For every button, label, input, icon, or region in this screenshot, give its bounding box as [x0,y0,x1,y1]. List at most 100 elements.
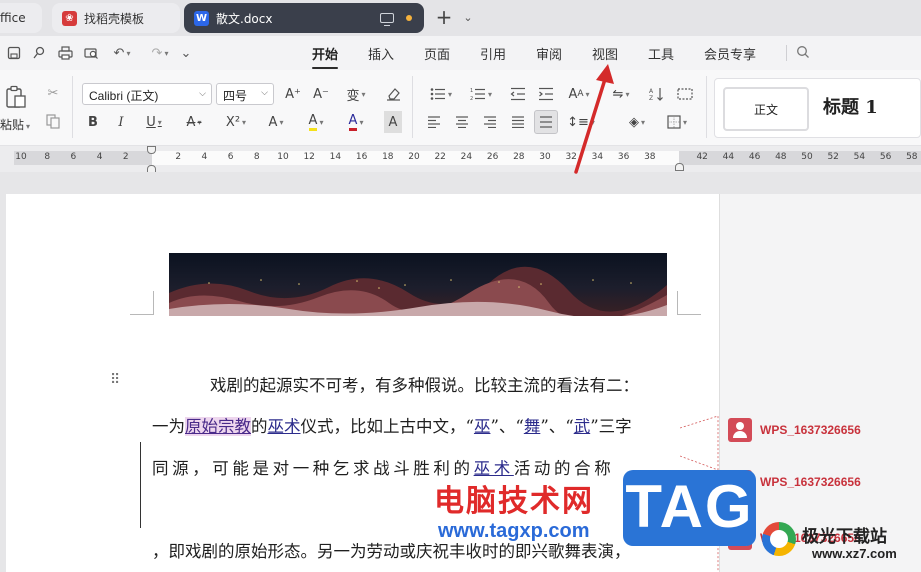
menu-home[interactable]: 开始 [312,44,339,69]
hyperlink-wu[interactable]: 巫 [474,417,491,436]
hyperlink-martial[interactable]: 武 [574,417,591,436]
paragraph-line-1[interactable]: 戏剧的起源实不可考，有多种假说。比较主流的看法有二： [210,372,639,396]
pin-icon[interactable] [30,44,48,62]
text-run: 的 [251,417,268,436]
border-icon[interactable]: ▾ [662,111,692,133]
underline-button[interactable]: U ▾ [140,111,168,133]
title-tab-bar: ffice ❀ 找稻壳模板 W 散文.docx + ⌄ [0,0,921,36]
chevron-down-icon: ⌵ [261,88,268,98]
align-left-icon[interactable] [424,111,444,133]
font-color-button[interactable]: A ▾ [340,111,372,133]
char-shading-button[interactable]: A [384,111,402,133]
numbered-list-icon[interactable]: 1 2 ▾ [466,83,496,105]
text-effect-button[interactable]: A ▾ [260,111,292,133]
text-run: ”、“ [540,417,574,436]
cut-icon[interactable]: ✂ [42,82,64,104]
monitor-icon[interactable] [380,13,394,26]
font-name-select[interactable]: Calibri (正文) ⌵ [82,83,212,105]
drag-handle-icon[interactable]: ⠿ [110,372,120,388]
menu-insert[interactable]: 插入 [368,44,394,63]
ruler-tick-label: 26 [486,152,499,162]
svg-text:A: A [649,88,654,95]
right-indent-marker[interactable] [675,163,684,171]
svg-text:Z: Z [649,95,653,101]
bullet-list-icon[interactable]: ▾ [426,83,456,105]
search-icon[interactable] [796,45,810,59]
shrink-font-button[interactable]: A⁻ [310,83,332,105]
docer-template-icon: ❀ [62,10,77,26]
more-chevron-icon[interactable]: ⌄ [177,44,195,62]
print-icon[interactable] [56,44,74,62]
text-run: ”三字 [590,417,632,436]
paragraph-line-2[interactable]: 一为原始宗教的巫术仪式，比如上古中文，“巫”、“舞”、“武”三字 [152,413,632,437]
menu-page[interactable]: 页面 [424,44,450,63]
superscript-button[interactable]: X² ▾ [220,111,252,133]
decrease-indent-icon[interactable] [508,83,528,105]
ruler-tick-label: 6 [227,152,234,162]
ruler-tick-label: 56 [879,152,892,162]
tab-document-label: 散文.docx [216,11,273,26]
ruler-tick-label: 2 [175,152,182,162]
ruler-tick-label: 6 [70,152,77,162]
ruler-tick-label: 30 [539,152,551,162]
ruler-tick-label: 50 [801,152,813,162]
strikethrough-button[interactable]: A ▾ [180,111,208,133]
shading-icon[interactable]: ◈ ▾ [622,111,652,133]
align-right-icon[interactable] [480,111,500,133]
ruler-tick-label: 48 [775,152,787,162]
highlight-color-button[interactable]: A ▾ [300,111,332,133]
font-size-value: 四号 [223,89,248,103]
text-run: 一为 [152,417,185,436]
justify-icon[interactable] [508,111,528,133]
horizontal-ruler[interactable]: 10 8 6 4 2 2 4 6 8 10 12 14 16 18 20 22 24 26 28 30 32 34 36 38… [0,146,921,173]
tab-document-active[interactable]: W 散文.docx [184,3,424,33]
copy-icon[interactable] [42,110,64,132]
chevron-down-icon[interactable]: ⌄ [460,8,476,28]
sort-icon[interactable]: AZ [646,83,668,105]
hyperlink-witchcraft[interactable]: 巫术 [268,417,301,436]
text-run: 仪式，比如上古中文，“ [300,417,474,436]
grow-font-button[interactable]: A⁺ [282,83,304,105]
paste-button[interactable]: 粘贴 ▾ [0,116,30,133]
tab-office[interactable]: ffice [0,3,42,33]
ruler-tick-label: 46 [748,152,761,162]
new-tab-button[interactable]: + [432,6,456,30]
ruler-tick-label: 16 [355,152,368,162]
watermark-site-name: 电脑技术网 [434,484,594,519]
align-center-icon[interactable] [452,111,472,133]
save-icon[interactable] [5,44,23,62]
distributed-align-icon[interactable] [534,110,558,134]
tab-template[interactable]: ❀ 找稻壳模板 [52,3,180,33]
svg-text:1: 1 [470,88,473,94]
style-normal-button[interactable]: 正文 [723,87,809,131]
bold-button[interactable]: B [84,111,102,133]
clear-format-icon[interactable] [382,83,404,105]
style-heading1-button[interactable]: 标题 1 [823,93,878,119]
undo-icon[interactable]: ↶ ▾ [110,44,134,62]
italic-button[interactable]: I [112,111,130,133]
superscript-label: X² [225,114,241,130]
ruler-tick-label: 8 [44,152,51,162]
menu-member[interactable]: 会员专享 [704,44,756,63]
phonetic-guide-button[interactable]: 变 ▾ [340,83,372,105]
font-size-select[interactable]: 四号 ⌵ [216,83,274,105]
ruler-tick-label: 12 [303,152,315,162]
ruler-tick-label: 58 [906,152,918,162]
ruler-tick-label: 22 [434,152,446,162]
svg-text:2: 2 [470,96,473,101]
hyperlink-primitive-religion[interactable]: 原始宗教 [185,417,251,436]
paste-icon[interactable] [4,84,28,110]
menu-tools[interactable]: 工具 [648,44,674,63]
ruler-tick-label: 18 [382,152,394,162]
first-line-indent-marker[interactable] [147,146,156,154]
hyperlink-dance[interactable]: 舞 [524,417,541,436]
menu-review[interactable]: 审阅 [536,44,562,63]
redo-icon[interactable]: ↷ ▾ [148,44,172,62]
increase-indent-icon[interactable] [536,83,556,105]
print-preview-icon[interactable] [82,44,100,62]
show-marks-icon[interactable] [674,83,696,105]
comment-item[interactable]: WPS_1637326656 [728,418,861,442]
menu-references[interactable]: 引用 [480,44,506,63]
ruler-tick-label: 10 [277,152,289,162]
user-avatar-icon [728,418,752,442]
